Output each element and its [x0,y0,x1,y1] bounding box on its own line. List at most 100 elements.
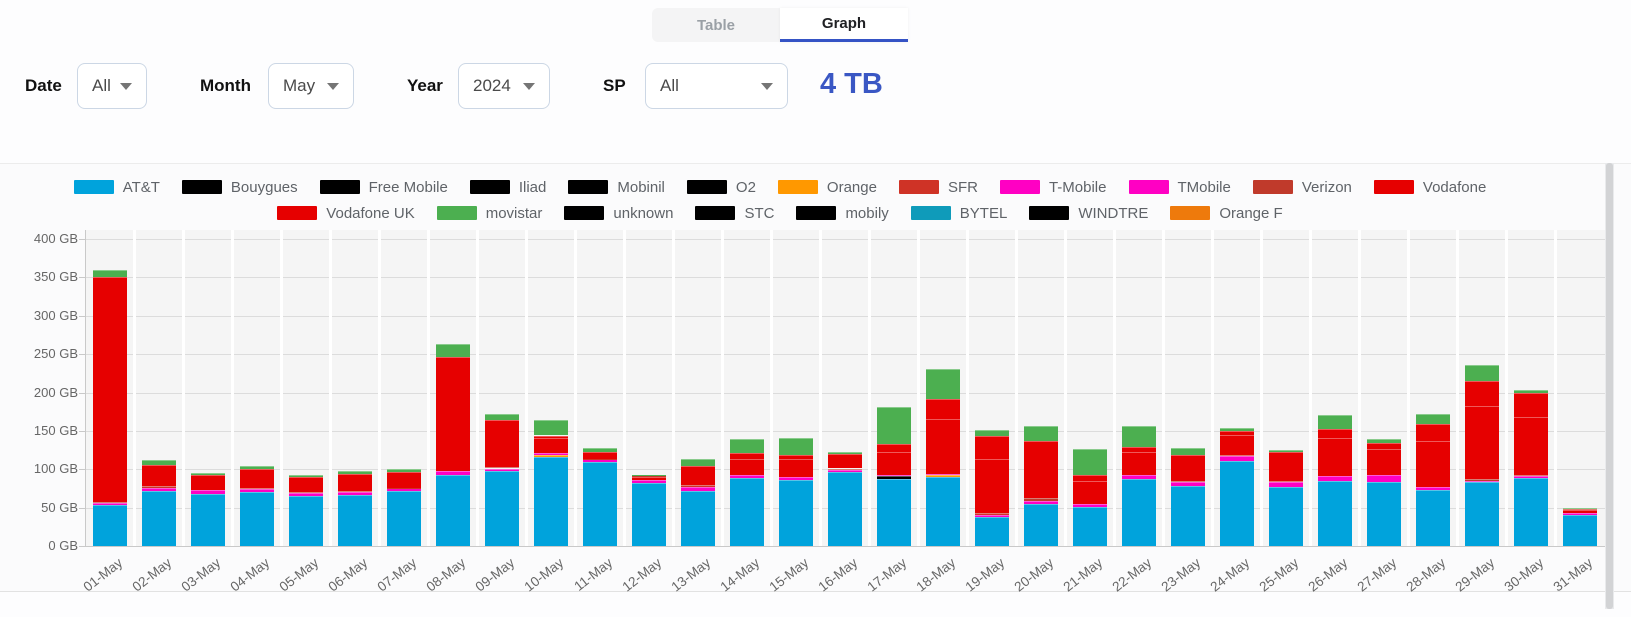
bar-segment-att[interactable] [1367,482,1401,546]
bar-27-May[interactable] [1367,230,1401,546]
bar-segment-movistar[interactable] [93,270,127,278]
bar-11-May[interactable] [583,230,617,546]
bar-segment-movistar[interactable] [142,460,176,465]
bar-segment-tmobile[interactable] [534,453,568,455]
bar-segment-vodafoneuk[interactable] [1367,443,1401,448]
bar-segment-att[interactable] [485,471,519,546]
bar-19-May[interactable] [975,230,1009,546]
bar-segment-movistar[interactable] [436,344,470,357]
bar-segment-vodafoneuk[interactable] [1416,424,1450,441]
legend-item-tmobile2[interactable]: TMobile [1129,179,1231,196]
bar-segment-movistar[interactable] [1122,426,1156,447]
legend-item-iliad[interactable]: Iliad [470,179,547,196]
bar-03-May[interactable] [191,230,225,546]
bar-segment-vodafone[interactable] [240,469,274,487]
legend-item-tmobile[interactable]: T-Mobile [1000,179,1107,196]
bar-26-May[interactable] [1318,230,1352,546]
bar-segment-vodafone[interactable] [975,459,1009,513]
bar-24-May[interactable] [1220,230,1254,546]
tab-table[interactable]: Table [652,8,780,42]
bar-segment-vodafone[interactable] [1024,441,1058,499]
bar-07-May[interactable] [387,230,421,546]
bar-segment-movistar[interactable] [1416,414,1450,424]
bar-segment-movistar[interactable] [387,469,421,473]
bar-segment-vodafoneuk[interactable] [779,455,813,460]
bar-segment-verizon[interactable] [93,502,127,504]
bar-segment-att[interactable] [93,505,127,546]
legend-item-stc[interactable]: STC [695,205,774,222]
bar-segment-att[interactable] [191,494,225,546]
bar-segment-vodafone[interactable] [534,438,568,453]
bar-segment-vodafone[interactable] [1269,452,1303,480]
bar-02-May[interactable] [142,230,176,546]
sp-select[interactable]: All [645,63,788,109]
legend-item-orange[interactable]: Orange [778,179,877,196]
bar-13-May[interactable] [681,230,715,546]
bar-20-May[interactable] [1024,230,1058,546]
bar-segment-movistar[interactable] [975,430,1009,436]
bar-25-May[interactable] [1269,230,1303,546]
bar-segment-tmobile[interactable] [1318,476,1352,481]
bar-12-May[interactable] [632,230,666,546]
bar-31-May[interactable] [1563,230,1597,546]
legend-item-windtre[interactable]: WINDTRE [1029,205,1148,222]
bar-segment-tmobile[interactable] [93,503,127,505]
legend-item-bouygues[interactable]: Bouygues [182,179,298,196]
bar-segment-verizon[interactable] [1465,479,1499,481]
bar-segment-vodafoneuk[interactable] [975,436,1009,459]
legend-item-freemobile[interactable]: Free Mobile [320,179,448,196]
bar-segment-att[interactable] [1514,478,1548,546]
bar-segment-tmobile[interactable] [1073,504,1107,507]
bar-segment-vodafoneuk[interactable] [1514,393,1548,417]
bar-segment-tmobile[interactable] [436,471,470,475]
bar-segment-tmobile[interactable] [1269,482,1303,487]
bar-segment-vodafone[interactable] [93,277,127,501]
bar-01-May[interactable] [93,230,127,546]
bar-segment-vodafone[interactable] [338,474,372,491]
bar-segment-sfr[interactable] [1220,455,1254,457]
bar-segment-tmobile[interactable] [1465,481,1499,483]
bar-segment-tmobile[interactable] [1416,487,1450,490]
bar-segment-tmobile[interactable] [289,493,323,496]
bar-09-May[interactable] [485,230,519,546]
bar-segment-att[interactable] [1024,504,1058,546]
bar-segment-vodafone[interactable] [1171,455,1205,480]
bar-segment-tmobile[interactable] [975,515,1009,517]
bar-segment-movistar[interactable] [1269,450,1303,452]
bar-segment-movistar[interactable] [1465,365,1499,381]
bar-21-May[interactable] [1073,230,1107,546]
bar-segment-vodafone[interactable] [191,475,225,490]
bar-segment-att[interactable] [240,492,274,546]
bar-segment-tmobile[interactable] [632,480,666,483]
bar-segment-tmobile[interactable] [1514,476,1548,478]
bar-17-May[interactable] [877,230,911,546]
bar-30-May[interactable] [1514,230,1548,546]
bar-segment-tmobile[interactable] [1367,475,1401,481]
bar-segment-sfr[interactable] [338,491,372,492]
bar-segment-vodafone[interactable] [387,472,421,487]
bar-segment-att[interactable] [1220,461,1254,546]
bar-segment-tmobile[interactable] [1220,456,1254,461]
bar-segment-verizon[interactable] [485,467,519,469]
bar-segment-tmobile[interactable] [1563,513,1597,515]
bar-segment-tmobile[interactable] [1171,482,1205,487]
bar-segment-sfr[interactable] [289,492,323,493]
legend-item-vodafone[interactable]: Vodafone [1374,179,1486,196]
bar-segment-att[interactable] [1122,479,1156,546]
bar-15-May[interactable] [779,230,813,546]
bar-segment-vodafone[interactable] [1073,481,1107,504]
bar-segment-tmobile[interactable] [828,470,862,472]
bar-06-May[interactable] [338,230,372,546]
bar-segment-vodafone[interactable] [1563,510,1597,513]
bar-segment-sfr[interactable] [142,486,176,488]
bar-segment-tmobile[interactable] [338,492,372,495]
bar-segment-sfr[interactable] [387,488,421,489]
bar-segment-vodafone[interactable] [632,477,666,480]
bar-05-May[interactable] [289,230,323,546]
bar-segment-att[interactable] [730,478,764,546]
bar-segment-att[interactable] [975,517,1009,546]
bar-segment-vodafoneuk[interactable] [1318,429,1352,438]
bar-segment-att[interactable] [534,457,568,546]
bar-segment-sfr[interactable] [681,485,715,487]
bar-segment-vodafone[interactable] [583,452,617,458]
